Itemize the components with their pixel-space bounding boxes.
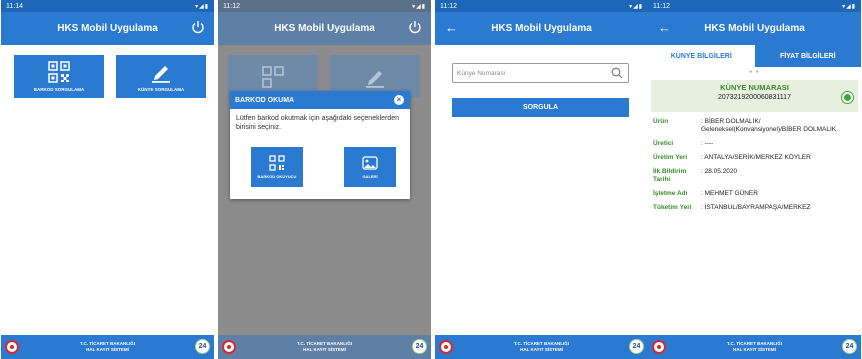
detail-label: Üretim Yeri — [653, 154, 688, 161]
screen-kunye-sorgula: 11:12 ▾◢▮ ← HKS Mobil Uygulama Künye Num… — [435, 0, 648, 359]
tile-label: KÜNYE SORGULAMA — [137, 87, 185, 92]
detail-row: Tüketim Yeri İSTANBUL/BAYRAMPAŞA/MERKEZ — [653, 204, 857, 212]
detail-value: MEHMET GÜNER — [701, 190, 857, 198]
search-icon[interactable] — [611, 67, 623, 79]
ministry-logo-icon — [652, 340, 666, 354]
footer-line2: HAL KAYIT SİSTEMİ — [520, 347, 563, 352]
detail-row: İşletme Adı MEHMET GÜNER — [653, 190, 857, 198]
status-ok-icon — [841, 91, 854, 104]
app-bar: ← HKS Mobil Uygulama — [648, 12, 861, 45]
status-time: 11:14 — [6, 2, 23, 10]
app-title: HKS Mobil Uygulama — [491, 23, 592, 34]
badge-24-icon: 24 — [629, 339, 644, 354]
app-title: HKS Mobil Uygulama — [274, 23, 375, 34]
power-icon[interactable] — [191, 20, 205, 34]
detail-value: 28.05.2020 — [701, 168, 857, 184]
status-bar: 11:14 ▾◢▮ — [1, 0, 214, 12]
dialog-message: Lütfen barkod okutmak için aşağıdaki seç… — [236, 115, 400, 131]
kunye-details: KÜNYE NUMARASI 2073219200060831117 Ürün … — [648, 76, 861, 335]
footer: T.C. TİCARET BAKANLIĞI HAL KAYIT SİSTEMİ … — [435, 335, 648, 359]
detail-label: Tüketim Yeri — [653, 204, 692, 211]
galeri-button[interactable]: GALERİ — [344, 147, 396, 187]
status-bar: 11:12 ▾◢▮ — [218, 0, 431, 12]
kunye-number: 2073219200060831117 — [718, 94, 791, 101]
signal-battery-icon: ▾◢▮ — [195, 3, 209, 10]
search-content: Künye Numarası SORGULA — [435, 45, 648, 335]
gallery-icon — [362, 155, 378, 171]
footer-line2: HAL KAYIT SİSTEMİ — [86, 347, 129, 352]
back-arrow-icon[interactable]: ← — [445, 21, 458, 34]
barkod-okuma-dialog: BARKOD OKUMA × Lütfen barkod okutmak içi… — [230, 91, 410, 199]
button-label: GALERİ — [362, 174, 378, 179]
status-time: 11:12 — [223, 2, 240, 10]
footer: T.C. TİCARET BAKANLIĞI HAL KAYIT SİSTEMİ … — [218, 335, 431, 359]
qr-code-icon — [262, 65, 284, 88]
back-arrow-icon[interactable]: ← — [658, 21, 671, 34]
detail-value: ANTALYA/SERİK/MERKEZ KÖYLER — [701, 154, 857, 162]
pencil-icon — [364, 66, 386, 88]
badge-24-icon: 24 — [842, 339, 857, 354]
ministry-logo-icon — [439, 340, 453, 354]
button-label: BARKOD OKUYUCU — [257, 174, 297, 179]
status-time: 11:12 — [653, 2, 670, 10]
pencil-icon — [150, 61, 172, 83]
barcode-scanner-icon — [269, 155, 285, 171]
status-bar: 11:12 ▾◢▮ — [435, 0, 648, 12]
tab-bar: KÜNYE BİLGİLERİ FİYAT BİLGİLERİ — [648, 45, 861, 67]
footer-line2: HAL KAYIT SİSTEMİ — [303, 347, 346, 352]
kunye-sorgulama-tile[interactable]: KÜNYE SORGULAMA — [116, 55, 206, 98]
ministry-logo-icon — [5, 340, 19, 354]
status-time: 11:12 — [440, 2, 457, 10]
ministry-logo-icon — [222, 340, 236, 354]
close-icon[interactable]: × — [394, 95, 404, 105]
tile-label: BARKOD SORGULAMA — [33, 87, 85, 92]
detail-row: Ürün BİBER DOLMALIK/ Geleneksel(Konvansi… — [653, 118, 857, 134]
detail-list: Ürün BİBER DOLMALIK/ Geleneksel(Konvansi… — [653, 118, 857, 218]
detail-row: Üretim Yeri ANTALYA/SERİK/MERKEZ KÖYLER — [653, 154, 857, 162]
detail-label: İşletme Adı — [653, 190, 688, 197]
badge-24-icon: 24 — [412, 339, 427, 354]
screen-home: 11:14 ▾◢▮ HKS Mobil Uygulama BARKOD SORG… — [1, 0, 214, 359]
search-placeholder: Künye Numarası — [457, 69, 506, 77]
detail-value: BİBER DOLMALIK/ Geleneksel(Konvansiyonel… — [701, 118, 857, 134]
app-bar: HKS Mobil Uygulama — [1, 12, 214, 45]
detail-value: ---- — [701, 140, 857, 148]
tab-fiyat-bilgileri[interactable]: FİYAT BİLGİLERİ — [754, 45, 861, 67]
screen-barkod-dialog: 11:12 ▾◢▮ HKS Mobil Uygulama BARKOD OKUM… — [218, 0, 431, 359]
badge-24-icon: 24 — [195, 339, 210, 354]
detail-label: İlk Bildirim Tarihi — [653, 168, 687, 183]
signal-battery-icon: ▾◢▮ — [412, 3, 426, 10]
power-icon — [408, 20, 422, 34]
detail-value: İSTANBUL/BAYRAMPAŞA/MERKEZ — [701, 204, 857, 212]
kunye-search-input[interactable]: Künye Numarası — [452, 63, 629, 83]
detail-label: Üretici — [653, 140, 674, 147]
sorgula-button[interactable]: SORGULA — [452, 98, 629, 117]
app-title: HKS Mobil Uygulama — [704, 23, 805, 34]
app-bar: ← HKS Mobil Uygulama — [435, 12, 648, 45]
home-content: BARKOD SORGULAMA KÜNYE SORGULAMA — [1, 45, 214, 335]
status-bar: 11:12 ▾◢▮ — [648, 0, 861, 12]
tab-kunye-bilgileri[interactable]: KÜNYE BİLGİLERİ — [648, 45, 755, 67]
detail-label: Ürün — [653, 118, 669, 125]
screen-kunye-bilgileri: 11:12 ▾◢▮ ← HKS Mobil Uygulama KÜNYE BİL… — [648, 0, 861, 359]
footer: T.C. TİCARET BAKANLIĞI HAL KAYIT SİSTEMİ … — [648, 335, 861, 359]
detail-row: Üretici ---- — [653, 140, 857, 148]
footer: T.C. TİCARET BAKANLIĞI HAL KAYIT SİSTEMİ … — [1, 335, 214, 359]
barkod-okuyucu-button[interactable]: BARKOD OKUYUCU — [251, 147, 303, 187]
signal-battery-icon: ▾◢▮ — [629, 3, 643, 10]
kunye-card: KÜNYE NUMARASI 2073219200060831117 — [651, 80, 858, 112]
dialog-title: BARKOD OKUMA — [235, 96, 295, 104]
signal-battery-icon: ▾◢▮ — [842, 3, 856, 10]
qr-code-icon — [48, 61, 70, 83]
app-title: HKS Mobil Uygulama — [57, 23, 158, 34]
kunye-header: KÜNYE NUMARASI — [720, 83, 789, 92]
page-indicator: ● ● — [749, 69, 760, 75]
detail-row: İlk Bildirim Tarihi 28.05.2020 — [653, 168, 857, 184]
barkod-sorgulama-tile[interactable]: BARKOD SORGULAMA — [14, 55, 104, 98]
dialog-header: BARKOD OKUMA × — [230, 91, 410, 109]
footer-line2: HAL KAYIT SİSTEMİ — [733, 347, 776, 352]
app-bar: HKS Mobil Uygulama — [218, 12, 431, 45]
